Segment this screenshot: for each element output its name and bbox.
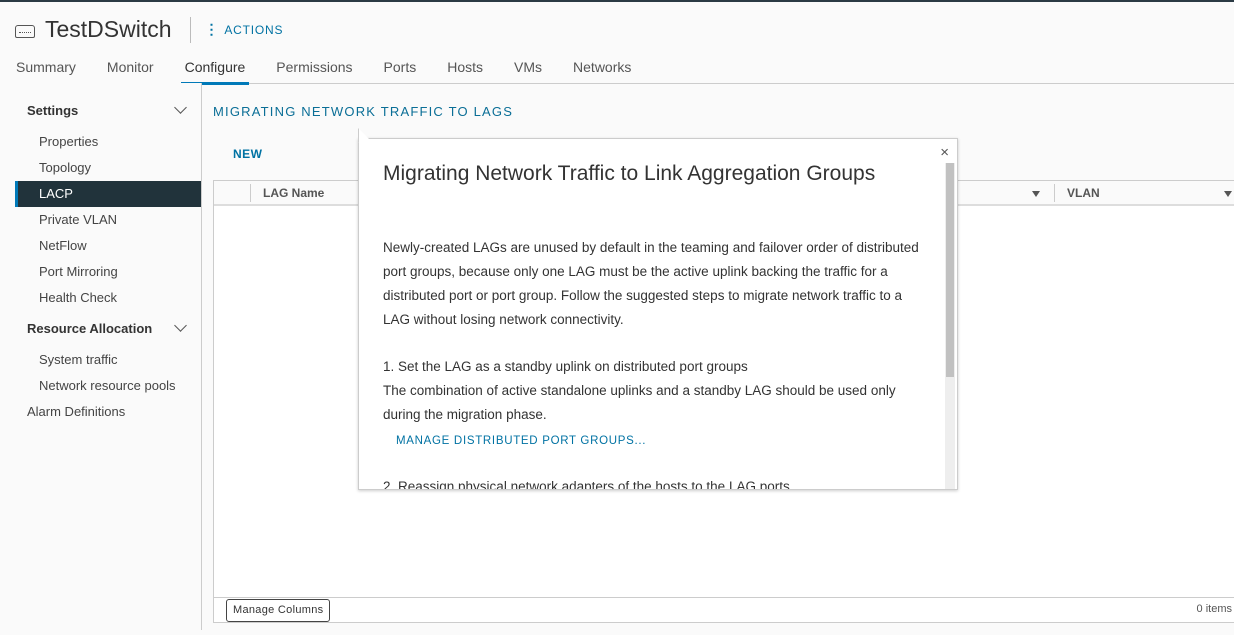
sidebar-item-alarm-definitions[interactable]: Alarm Definitions <box>27 404 125 419</box>
more-vertical-icon: ⋮ <box>204 21 220 37</box>
divider <box>189 16 191 43</box>
help-popover: × Migrating Network Traffic to Link Aggr… <box>358 138 958 490</box>
item-count: 0 items <box>1196 603 1232 615</box>
resource-allocation-section[interactable]: Resource Allocation <box>27 321 152 336</box>
tab-monitor[interactable]: Monitor <box>103 58 158 84</box>
sidebar: Settings Properties Topology LACP Privat… <box>0 83 202 630</box>
column-lag-name[interactable]: LAG Name <box>263 186 324 200</box>
tab-summary[interactable]: Summary <box>12 58 80 84</box>
tab-permissions[interactable]: Permissions <box>272 58 356 84</box>
step2-title: 2. Reassign physical network adapters of… <box>383 479 790 490</box>
distributed-switch-icon <box>15 25 35 38</box>
tab-ports[interactable]: Ports <box>380 58 421 84</box>
column-divider <box>1054 184 1055 202</box>
tab-networks[interactable]: Networks <box>569 58 635 84</box>
column-vlan[interactable]: VLAN <box>1067 186 1100 200</box>
new-button[interactable]: NEW <box>233 147 263 161</box>
close-icon[interactable]: × <box>940 144 949 161</box>
popover-title: Migrating Network Traffic to Link Aggreg… <box>383 162 876 185</box>
actions-label: ACTIONS <box>224 22 284 37</box>
table-footer: Manage Columns 0 items <box>214 597 1234 622</box>
actions-button[interactable]: ⋮ ACTIONS <box>205 21 284 38</box>
sidebar-item-properties[interactable]: Properties <box>39 134 98 149</box>
tab-vms[interactable]: VMs <box>510 58 546 84</box>
tab-configure[interactable]: Configure <box>180 58 250 85</box>
tab-bar: Summary Monitor Configure Permissions Po… <box>12 58 1234 85</box>
tab-hosts[interactable]: Hosts <box>443 58 487 84</box>
chevron-down-icon[interactable] <box>174 101 187 114</box>
intro-text: Newly-created LAGs are unused by default… <box>383 240 919 327</box>
sidebar-item-port-mirroring[interactable]: Port Mirroring <box>39 264 118 279</box>
sidebar-item-topology[interactable]: Topology <box>39 160 91 175</box>
manage-port-groups-link[interactable]: MANAGE DISTRIBUTED PORT GROUPS... <box>396 429 923 453</box>
sidebar-item-health-check[interactable]: Health Check <box>39 290 117 305</box>
sidebar-item-netflow[interactable]: NetFlow <box>39 238 87 253</box>
header: TestDSwitch ⋮ ACTIONS Summary Monitor Con… <box>0 2 1234 85</box>
sidebar-item-system-traffic[interactable]: System traffic <box>39 352 118 367</box>
sidebar-item-network-resource-pools[interactable]: Network resource pools <box>39 378 176 393</box>
settings-section[interactable]: Settings <box>27 103 78 118</box>
step1-text: The combination of active standalone upl… <box>383 383 896 422</box>
page-title: TestDSwitch <box>45 16 172 42</box>
manage-columns-button[interactable]: Manage Columns <box>226 599 331 622</box>
section-title: MIGRATING NETWORK TRAFFIC TO LAGS <box>213 104 514 119</box>
step1-title: 1. Set the LAG as a standby uplink on di… <box>383 359 748 374</box>
scrollbar-thumb[interactable] <box>946 163 954 377</box>
scrollbar[interactable] <box>945 163 955 489</box>
column-divider <box>250 184 251 202</box>
sidebar-item-private-vlan[interactable]: Private VLAN <box>39 212 117 227</box>
filter-icon[interactable] <box>1224 191 1232 197</box>
chevron-down-icon[interactable] <box>174 319 187 332</box>
filter-icon[interactable] <box>1032 191 1040 197</box>
sidebar-item-lacp[interactable]: LACP <box>15 181 201 207</box>
